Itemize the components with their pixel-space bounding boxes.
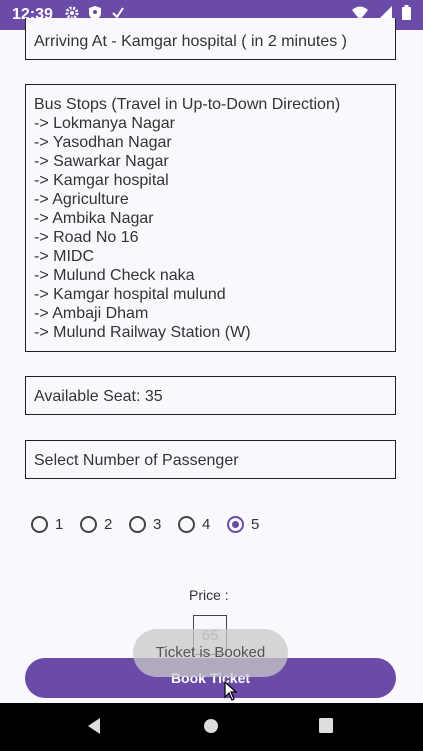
bus-stop-item: -> Mulund Railway Station (W)	[34, 324, 251, 341]
radio-label: 5	[251, 516, 260, 533]
radio-label: 1	[55, 516, 64, 533]
bus-stop-item: -> Ambika Nagar	[34, 210, 154, 227]
arriving-info: Arriving At - Kamgar hospital ( in 2 min…	[25, 18, 396, 60]
bus-stop-item: -> Agriculture	[34, 191, 129, 208]
passenger-radio-group: 1 2 3 4 5	[31, 516, 276, 533]
back-icon[interactable]	[86, 717, 102, 740]
bus-stop-item: -> Kamgar hospital mulund	[34, 286, 226, 303]
passenger-radio-2[interactable]: 2	[80, 516, 129, 533]
bus-stop-item: -> Sawarkar Nagar	[34, 153, 169, 170]
bus-stop-item: -> Yasodhan Nagar	[34, 134, 172, 151]
arriving-text: Arriving At - Kamgar hospital ( in 2 min…	[34, 33, 348, 50]
passenger-radio-4[interactable]: 4	[178, 516, 227, 533]
passenger-radio-1[interactable]: 1	[31, 516, 80, 533]
toast-message: Ticket is Booked	[133, 629, 288, 677]
passenger-radio-5[interactable]: 5	[227, 516, 276, 533]
bus-stop-item: -> Kamgar hospital	[34, 172, 169, 189]
radio-label: 3	[153, 516, 162, 533]
radio-circle-selected[interactable]	[227, 516, 244, 533]
passenger-count-field[interactable]: Select Number of Passenger	[25, 440, 396, 479]
bus-stop-item: -> Road No 16	[34, 229, 139, 246]
radio-circle[interactable]	[129, 516, 146, 533]
radio-circle[interactable]	[178, 516, 195, 533]
recents-icon[interactable]	[318, 717, 334, 740]
battery-icon	[402, 5, 411, 25]
radio-label: 4	[202, 516, 211, 533]
bus-stops-header: Bus Stops (Travel in Up-to-Down Directio…	[34, 96, 341, 113]
radio-label: 2	[104, 516, 113, 533]
radio-circle[interactable]	[31, 516, 48, 533]
price-label: Price :	[189, 587, 229, 603]
bus-stop-item: -> Lokmanya Nagar	[34, 115, 175, 132]
radio-circle[interactable]	[80, 516, 97, 533]
navigation-bar	[0, 703, 423, 751]
available-seat-box: Available Seat: 35	[25, 376, 396, 415]
bus-stop-item: -> MIDC	[34, 248, 94, 265]
passenger-radio-3[interactable]: 3	[129, 516, 178, 533]
bus-stops-panel: Bus Stops (Travel in Up-to-Down Directio…	[25, 84, 396, 352]
passenger-count-placeholder: Select Number of Passenger	[34, 452, 239, 469]
bus-stop-item: -> Mulund Check naka	[34, 267, 195, 284]
available-seat-text: Available Seat: 35	[34, 388, 163, 405]
home-icon[interactable]	[202, 717, 220, 740]
bus-stop-item: -> Ambaji Dham	[34, 305, 149, 322]
